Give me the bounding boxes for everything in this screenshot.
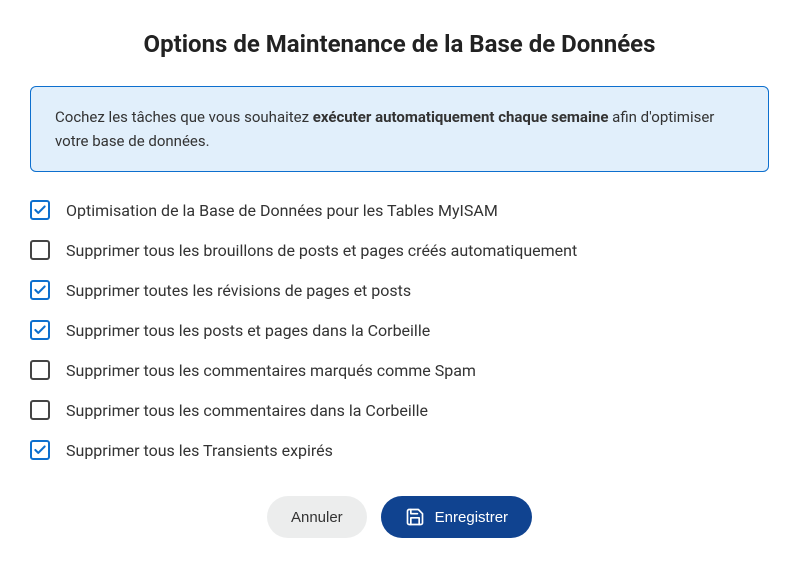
modal-title: Options de Maintenance de la Base de Don… <box>30 30 769 58</box>
option-checkbox[interactable] <box>30 360 50 380</box>
option-row: Supprimer toutes les révisions de pages … <box>30 280 769 300</box>
option-row: Supprimer tous les posts et pages dans l… <box>30 320 769 340</box>
option-row: Supprimer tous les commentaires dans la … <box>30 400 769 420</box>
option-label: Supprimer tous les brouillons de posts e… <box>66 241 577 260</box>
option-checkbox[interactable] <box>30 280 50 300</box>
option-row: Supprimer tous les Transients expirés <box>30 440 769 460</box>
cancel-button[interactable]: Annuler <box>267 496 367 538</box>
option-checkbox[interactable] <box>30 240 50 260</box>
option-label: Supprimer toutes les révisions de pages … <box>66 281 411 300</box>
option-label: Optimisation de la Base de Données pour … <box>66 201 498 220</box>
option-checkbox[interactable] <box>30 440 50 460</box>
option-checkbox[interactable] <box>30 400 50 420</box>
modal-footer: Annuler Enregistrer <box>30 496 769 538</box>
option-checkbox[interactable] <box>30 200 50 220</box>
option-label: Supprimer tous les posts et pages dans l… <box>66 321 430 340</box>
option-row: Supprimer tous les commentaires marqués … <box>30 360 769 380</box>
options-list: Optimisation de la Base de Données pour … <box>30 200 769 460</box>
option-row: Optimisation de la Base de Données pour … <box>30 200 769 220</box>
option-checkbox[interactable] <box>30 320 50 340</box>
save-button[interactable]: Enregistrer <box>381 496 532 538</box>
option-row: Supprimer tous les brouillons de posts e… <box>30 240 769 260</box>
save-button-label: Enregistrer <box>435 509 508 526</box>
info-banner: Cochez les tâches que vous souhaitez exé… <box>30 86 769 172</box>
option-label: Supprimer tous les Transients expirés <box>66 441 333 460</box>
option-label: Supprimer tous les commentaires marqués … <box>66 361 476 380</box>
info-text-pre: Cochez les tâches que vous souhaitez <box>55 108 313 126</box>
save-icon <box>405 507 425 527</box>
option-label: Supprimer tous les commentaires dans la … <box>66 401 428 420</box>
info-text-bold: exécuter automatiquement chaque semaine <box>313 108 609 126</box>
